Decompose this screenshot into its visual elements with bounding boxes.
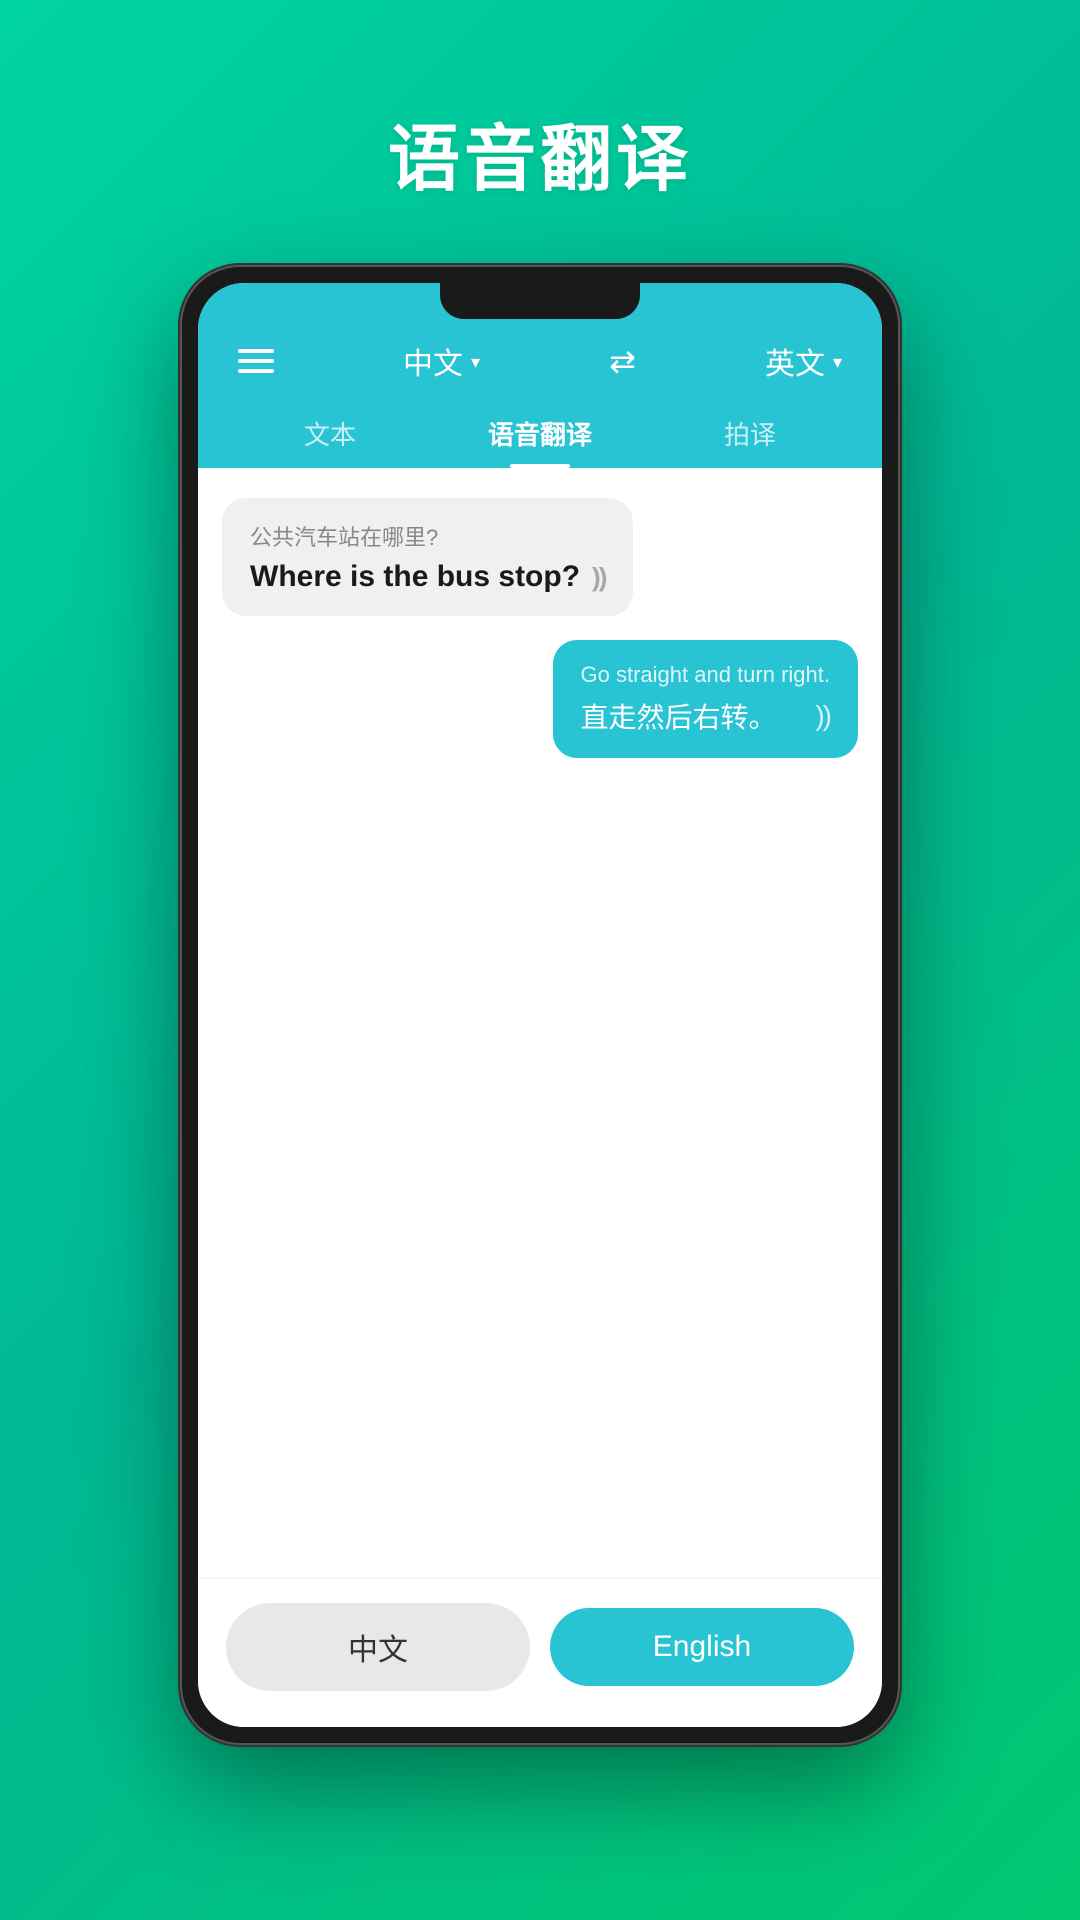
message-right-1: Go straight and turn right. 直走然后右转。 )) <box>222 640 858 758</box>
original-text-right-1: Go straight and turn right. <box>581 662 830 688</box>
page-title: 语音翻译 <box>388 100 692 205</box>
phone-wrapper: 中文 ▾ ⇄ 英文 ▾ 文本 语音翻译 拍译 <box>180 265 900 1745</box>
translated-content-left-1: Where is the bus stop? <box>250 560 580 594</box>
message-left-1: 公共汽车站在哪里? Where is the bus stop? )) <box>222 498 858 616</box>
phone-screen: 中文 ▾ ⇄ 英文 ▾ 文本 语音翻译 拍译 <box>198 283 882 1727</box>
chat-area: 公共汽车站在哪里? Where is the bus stop? )) Go s… <box>198 468 882 1578</box>
phone-frame: 中文 ▾ ⇄ 英文 ▾ 文本 语音翻译 拍译 <box>180 265 900 1745</box>
bubble-left-1: 公共汽车站在哪里? Where is the bus stop? )) <box>222 498 633 616</box>
header-top: 中文 ▾ ⇄ 英文 ▾ <box>228 319 852 399</box>
bottom-bar: 中文 English <box>198 1578 882 1727</box>
tab-text[interactable]: 文本 <box>284 399 376 468</box>
translated-text-left-1: Where is the bus stop? )) <box>250 560 605 594</box>
target-language-chevron-icon: ▾ <box>833 352 842 373</box>
hamburger-line-2 <box>238 359 274 363</box>
source-language-label: 中文 <box>403 339 463 383</box>
target-language-label: 英文 <box>765 339 825 383</box>
original-text-left-1: 公共汽车站在哪里? <box>250 520 605 552</box>
bubble-right-1: Go straight and turn right. 直走然后右转。 )) <box>553 640 858 758</box>
translated-content-right-1: 直走然后右转。 <box>581 696 777 736</box>
tab-voice-translation[interactable]: 语音翻译 <box>468 399 612 468</box>
record-english-button[interactable]: English <box>550 1608 854 1686</box>
tabs-bar: 文本 语音翻译 拍译 <box>228 399 852 468</box>
source-language-chevron-icon: ▾ <box>471 352 480 373</box>
tab-photo-translation[interactable]: 拍译 <box>704 399 796 468</box>
hamburger-line-3 <box>238 369 274 373</box>
target-language-selector[interactable]: 英文 ▾ <box>765 339 842 383</box>
swap-languages-button[interactable]: ⇄ <box>609 342 636 380</box>
record-chinese-button[interactable]: 中文 <box>226 1603 530 1691</box>
hamburger-menu-button[interactable] <box>238 349 274 373</box>
play-audio-right-button[interactable]: )) <box>815 700 830 732</box>
translated-text-right-1: 直走然后右转。 )) <box>581 696 830 736</box>
hamburger-line-1 <box>238 349 274 353</box>
play-audio-left-button[interactable]: )) <box>592 562 605 593</box>
phone-notch <box>440 283 640 319</box>
source-language-selector[interactable]: 中文 ▾ <box>403 339 480 383</box>
